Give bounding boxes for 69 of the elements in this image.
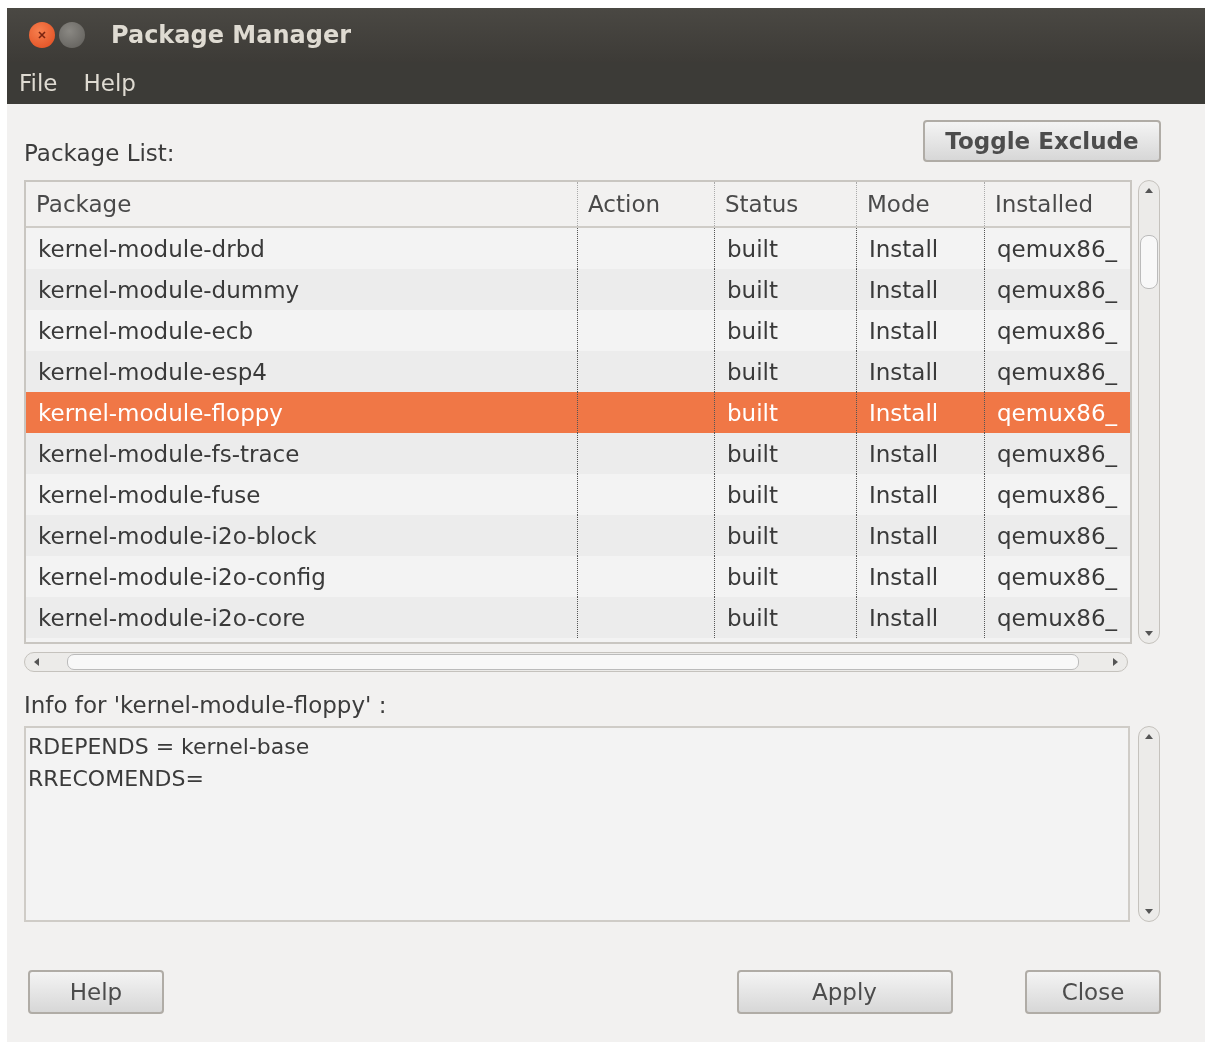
table-cell: built: [727, 317, 778, 344]
info-text-line: RDEPENDS = kernel-base: [28, 733, 311, 761]
table-cell: built: [727, 563, 778, 590]
column-header[interactable]: Status: [715, 182, 857, 226]
vertical-scrollbar[interactable]: [1138, 726, 1160, 922]
menu-item[interactable]: Help: [83, 70, 136, 96]
table-cell: Install: [869, 563, 939, 590]
window-title: Package Manager: [111, 21, 351, 49]
dialog-button[interactable]: Close: [1025, 970, 1161, 1014]
table-cell: kernel-module-drbd: [38, 235, 265, 262]
column-header[interactable]: Mode: [857, 182, 985, 226]
table-cell: built: [727, 235, 778, 262]
table-cell: Install: [869, 604, 939, 631]
table-row[interactable]: kernel-module-esp4 built Install qemux86_: [26, 351, 1130, 392]
table-row[interactable]: kernel-module-i2o-block built Install qemux86_: [26, 515, 1130, 556]
table-cell: kernel-module-ecb: [38, 317, 253, 344]
table-cell: qemux86_: [997, 481, 1118, 508]
table-cell: qemux86_: [997, 604, 1118, 631]
dialog-button[interactable]: Apply: [736, 970, 953, 1014]
table-cell: kernel-module-i2o-block: [38, 522, 317, 549]
scrollbar-thumb[interactable]: [67, 654, 1079, 670]
info-text-area[interactable]: RDEPENDS = kernel-base RRECOMENDS=: [24, 726, 1130, 922]
table-cell: Install: [869, 358, 939, 385]
column-header[interactable]: Installed: [985, 182, 1128, 226]
table-cell: Install: [869, 481, 939, 508]
table-cell: kernel-module-floppy: [38, 399, 283, 426]
dialog-button[interactable]: Help: [28, 970, 164, 1014]
table-row[interactable]: kernel-module-i2o-core built Install qemux86_: [26, 597, 1130, 638]
table-cell: Install: [869, 522, 939, 549]
table-cell: qemux86_: [997, 276, 1118, 303]
table-cell: Install: [869, 276, 939, 303]
table-cell: built: [727, 358, 778, 385]
table-cell: qemux86_: [997, 440, 1118, 467]
table-cell: built: [727, 440, 778, 467]
table-cell: qemux86_: [997, 563, 1118, 590]
menu-item[interactable]: File: [19, 70, 58, 96]
table-cell: built: [727, 604, 778, 631]
table-cell: qemux86_: [997, 235, 1118, 262]
package-list-label: Package List:: [24, 140, 175, 166]
column-header[interactable]: Action: [578, 182, 715, 226]
scrollbar-thumb[interactable]: [1140, 235, 1158, 289]
table-cell: kernel-module-fs-trace: [38, 440, 300, 467]
close-icon[interactable]: [29, 22, 55, 48]
table-cell: qemux86_: [997, 399, 1118, 426]
table-cell: Install: [869, 317, 939, 344]
table-cell: qemux86_: [997, 317, 1118, 344]
info-label: Info for 'kernel-module-floppy' :: [24, 692, 388, 718]
column-header[interactable]: Package: [26, 182, 578, 226]
table-cell: Install: [869, 235, 939, 262]
table-cell: kernel-module-i2o-core: [38, 604, 306, 631]
toggle-exclude-button[interactable]: Toggle Exclude: [923, 120, 1161, 162]
table-cell: kernel-module-esp4: [38, 358, 267, 385]
table-cell: built: [727, 481, 778, 508]
table-cell: Install: [869, 399, 939, 426]
table-cell: qemux86_: [997, 358, 1118, 385]
info-text-line: RRECOMENDS=: [28, 765, 205, 793]
table-cell: kernel-module-fuse: [38, 481, 261, 508]
table-row[interactable]: kernel-module-dummy built Install qemux86_: [26, 269, 1130, 310]
table-cell: Install: [869, 440, 939, 467]
table-cell: built: [727, 522, 778, 549]
table-cell: kernel-module-i2o-config: [38, 563, 326, 590]
horizontal-scrollbar[interactable]: [24, 652, 1128, 672]
minimize-icon[interactable]: [59, 22, 85, 48]
table-cell: built: [727, 276, 778, 303]
table-row[interactable]: kernel-module-fs-trace built Install qemux86_: [26, 433, 1130, 474]
table-cell: qemux86_: [997, 522, 1118, 549]
table-cell: kernel-module-dummy: [38, 276, 300, 303]
vertical-scrollbar[interactable]: [1138, 180, 1160, 644]
table-cell: built: [727, 399, 778, 426]
